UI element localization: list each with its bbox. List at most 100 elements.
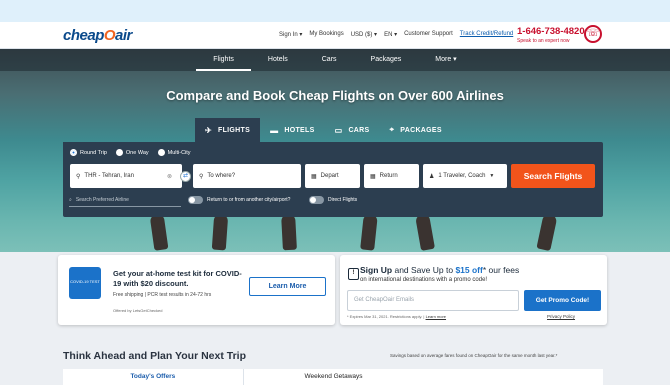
direct-flights-label: Direct Flights	[328, 197, 358, 203]
promo-subtitle: on international destinations with a pro…	[360, 277, 488, 283]
email-input[interactable]: Get CheapOair Emails	[347, 290, 519, 311]
header-links: Sign In ▾ My Bookings USD ($) ▾ EN ▾ Cus…	[279, 31, 513, 38]
radio-icon	[115, 149, 123, 156]
boat-image	[211, 213, 229, 251]
location-pin-icon: ⚲	[76, 173, 81, 180]
travelers-value: 1 Traveler, Coach	[438, 173, 486, 179]
return-other-city-label: Return to or from another city/airport?	[207, 197, 291, 203]
phone-icon[interactable]: ☏	[584, 25, 602, 43]
radio-icon	[157, 149, 165, 156]
flight-search-panel: Round Trip One Way Multi-City ⚲ THR - Te…	[63, 142, 603, 217]
track-refund-link[interactable]: Track Credit/Refund	[460, 31, 513, 38]
logo-text-cheap: cheap	[63, 27, 104, 44]
one-way-label: One Way	[125, 149, 149, 156]
boat-image	[536, 212, 558, 252]
multi-city-label: Multi-City	[167, 149, 191, 156]
from-field[interactable]: ⚲ THR - Tehran, Iran ⊗	[70, 164, 182, 188]
covid-test-card: COVID-19 TEST Get your at-home test kit …	[58, 255, 335, 325]
nav-flights[interactable]: Flights	[196, 49, 251, 71]
covid-card-title: Get your at-home test kit for COVID-19 w…	[113, 269, 242, 288]
toggle-switch-icon	[188, 196, 203, 204]
location-pin-icon: ⚲	[199, 173, 204, 180]
multi-city-radio[interactable]: Multi-City	[157, 149, 191, 156]
deals-savings-note: Savings based on average fares found on …	[390, 353, 558, 358]
preferred-airline-input[interactable]: ⌕ Search Preferred Airline	[69, 194, 181, 207]
phone-subtext: Speak to an expert now	[517, 38, 570, 44]
test-kit-label: COVID-19 TEST	[70, 279, 100, 284]
travelers-select[interactable]: ♟ 1 Traveler, Coach ▼	[423, 164, 507, 188]
tab-cars-label: CARS	[348, 126, 370, 134]
tab-flights-label: FLIGHTS	[218, 126, 251, 134]
sign-in-link[interactable]: Sign In ▾	[279, 31, 302, 38]
promo-signup-card: ! Sign Up and Save Up to $15 off* our fe…	[340, 255, 607, 325]
promo-title-save: and Save Up to	[392, 265, 456, 275]
learn-more-button[interactable]: Learn More	[249, 277, 326, 296]
calendar-icon: ▦	[370, 173, 376, 180]
round-trip-radio[interactable]: Round Trip	[70, 149, 107, 156]
boat-image	[281, 213, 297, 251]
one-way-radio[interactable]: One Way	[115, 149, 149, 156]
package-icon: ⌖	[389, 125, 395, 134]
toggle-switch-icon	[309, 196, 324, 204]
logo-text-o: O	[103, 27, 116, 44]
tab-todays-offers[interactable]: Today's Offers	[63, 369, 244, 385]
clear-icon[interactable]: ⊗	[167, 173, 172, 180]
trip-type-group: Round Trip One Way Multi-City	[70, 149, 191, 156]
bed-icon: ▬	[270, 125, 279, 135]
return-other-city-toggle[interactable]: Return to or from another city/airport?	[188, 196, 290, 204]
site-header: cheapOair Sign In ▾ My Bookings USD ($) …	[0, 22, 670, 49]
boat-image	[360, 213, 378, 251]
direct-flights-toggle[interactable]: Direct Flights	[309, 196, 357, 204]
calendar-icon: ▦	[311, 173, 317, 180]
boat-image	[414, 213, 436, 251]
customer-support-link[interactable]: Customer Support	[404, 31, 453, 38]
logo-text-air: air	[115, 27, 132, 44]
product-tabs: ✈ FLIGHTS ▬ HOTELS ▭ CARS ⌖ PACKAGES	[195, 118, 452, 142]
logo[interactable]: cheapOair	[63, 27, 132, 44]
depart-label: Depart	[320, 173, 339, 179]
tab-hotels-label: HOTELS	[284, 126, 315, 134]
round-trip-label: Round Trip	[80, 149, 107, 156]
chevron-down-icon: ▼	[489, 173, 495, 179]
search-icon: ⌕	[69, 197, 72, 203]
phone-number[interactable]: 1-646-738-4820	[517, 26, 585, 37]
test-kit-image: COVID-19 TEST	[69, 267, 101, 299]
promo-title-amount: $15 off	[455, 265, 483, 275]
promo-title-fees: * our fees	[482, 265, 520, 275]
to-field[interactable]: ⚲ To where?	[193, 164, 301, 188]
get-promo-code-button[interactable]: Get Promo Code!	[524, 290, 601, 311]
promo-fine-print: * Expires Mar 31, 2021. Restrictions app…	[347, 314, 447, 319]
return-date-field[interactable]: ▦ Return	[364, 164, 419, 188]
currency-select[interactable]: USD ($) ▾	[351, 31, 377, 38]
language-select[interactable]: EN ▾	[384, 31, 397, 38]
nav-packages[interactable]: Packages	[354, 49, 419, 71]
return-label: Return	[379, 173, 398, 179]
search-flights-button[interactable]: Search Flights	[511, 164, 595, 188]
person-icon: ♟	[429, 173, 435, 180]
airplane-icon: ✈	[205, 125, 213, 135]
tab-packages-label: PACKAGES	[400, 126, 442, 134]
nav-hotels[interactable]: Hotels	[251, 49, 305, 71]
covid-card-subtitle: Free shipping | PCR test results in 24-7…	[113, 292, 212, 298]
covid-card-offered-by: Offered by LetsGetChecked	[113, 308, 163, 313]
tab-weekend-getaways[interactable]: Weekend Getaways	[244, 369, 424, 385]
car-icon: ▭	[334, 125, 343, 135]
top-strip	[0, 0, 670, 22]
my-bookings-link[interactable]: My Bookings	[309, 31, 343, 38]
privacy-policy-link[interactable]: Privacy Policy	[547, 314, 575, 319]
tab-hotels[interactable]: ▬ HOTELS	[260, 118, 325, 142]
tab-flights[interactable]: ✈ FLIGHTS	[195, 118, 261, 142]
tab-cars[interactable]: ▭ CARS	[325, 118, 380, 142]
promo-learn-more-link[interactable]: Learn more	[426, 314, 446, 319]
promo-title: Sign Up and Save Up to $15 off* our fees	[360, 265, 519, 275]
swap-icon[interactable]: ⇄	[180, 171, 191, 182]
depart-date-field[interactable]: ▦ Depart	[305, 164, 360, 188]
nav-more[interactable]: More ▾	[418, 49, 473, 71]
deals-tabs: Today's Offers Weekend Getaways	[63, 369, 603, 385]
main-nav: Flights Hotels Cars Packages More ▾	[0, 49, 670, 71]
nav-cars[interactable]: Cars	[305, 49, 354, 71]
promo-restrictions: * Expires Mar 31, 2021. Restrictions app…	[347, 314, 423, 319]
hero-section: Flights Hotels Cars Packages More ▾ Comp…	[0, 49, 670, 252]
tab-packages[interactable]: ⌖ PACKAGES	[379, 118, 451, 142]
to-placeholder: To where?	[207, 173, 236, 179]
